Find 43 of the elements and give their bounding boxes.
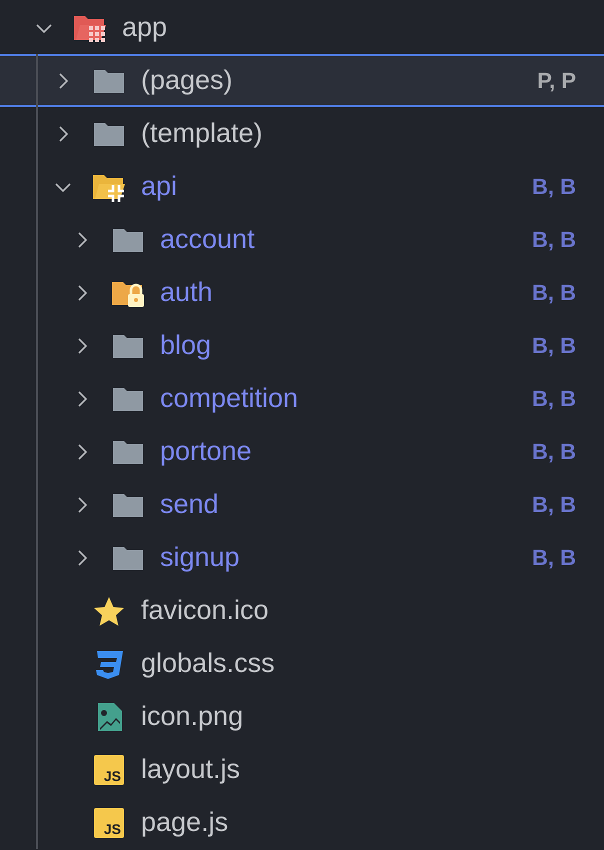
tree-row[interactable]: icon.png (0, 690, 604, 743)
folder-name: send (160, 489, 220, 520)
file-name: icon.png (141, 701, 244, 732)
folder-name: auth (160, 277, 214, 308)
folder-name: account (160, 224, 256, 255)
tree-row[interactable]: globals.css (0, 637, 604, 690)
tree-row[interactable]: (template) (0, 107, 604, 160)
status-label: B, B (532, 174, 576, 200)
folder-name: competition (160, 383, 300, 414)
tree-row[interactable]: JS layout.js (0, 743, 604, 796)
status-label: B, B (532, 438, 576, 464)
tree-row[interactable]: app (0, 1, 604, 54)
tree-row[interactable]: blog B, B (0, 319, 604, 372)
status-label: B, B (532, 332, 576, 358)
status-label: B, B (532, 492, 576, 518)
folder-name: portone (160, 436, 253, 467)
file-name: globals.css (141, 648, 276, 679)
file-name: page.js (141, 807, 230, 838)
tree-row[interactable]: send B, B (0, 478, 604, 531)
tree-row[interactable]: portone B, B (0, 425, 604, 478)
tree-row[interactable]: signup B, B (0, 531, 604, 584)
status-label: B, B (532, 226, 576, 252)
folder-name: (pages) (141, 65, 234, 96)
folder-name: app (122, 12, 168, 43)
file-name: layout.js (141, 754, 242, 785)
tree-row[interactable]: JS page.js (0, 796, 604, 849)
tree-row[interactable]: competition B, B (0, 372, 604, 425)
folder-name: (template) (141, 118, 264, 149)
tree-row[interactable]: auth B, B (0, 266, 604, 319)
folder-name: signup (160, 542, 241, 573)
js-file-icon: JS (94, 754, 124, 784)
folder-name: api (141, 171, 178, 202)
js-file-icon: JS (94, 808, 124, 838)
tree-row[interactable]: api B, B (0, 160, 604, 213)
status-label: B, B (532, 544, 576, 570)
status-label: B, B (532, 280, 576, 306)
file-name: favicon.ico (141, 595, 270, 626)
selected-tree-row[interactable]: (pages) P, P (0, 54, 604, 107)
tree-row[interactable]: favicon.ico (0, 584, 604, 637)
status-label: P, P (537, 68, 576, 94)
tree-row[interactable]: account B, B (0, 213, 604, 266)
folder-name: blog (160, 330, 212, 361)
status-label: B, B (532, 386, 576, 412)
